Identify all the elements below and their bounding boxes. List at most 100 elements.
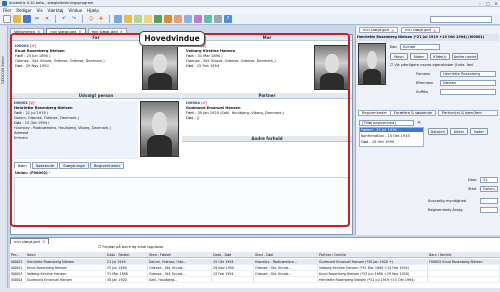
menu-tools[interactable]: Værktøj xyxy=(48,8,64,13)
editor-photo xyxy=(358,43,386,85)
side-panel: GEDCOM Editor xyxy=(0,26,8,288)
sex-label: Køn xyxy=(390,45,397,49)
firstname-label: Fornavn xyxy=(416,72,431,76)
map-icon[interactable] xyxy=(154,15,162,23)
col-header[interactable]: Per... xyxy=(10,252,26,257)
person-list-panel: min slægt.ged × ☐ Forstør på alnre og sma… xyxy=(10,237,500,290)
date-label: Dato xyxy=(468,178,477,182)
col-header[interactable]: Partner i familie xyxy=(318,252,428,257)
col-header[interactable]: Dato - Død xyxy=(212,252,254,257)
tab-relatives[interactable]: Slægtninge xyxy=(59,162,89,169)
sex-select[interactable]: Kvinde xyxy=(400,44,440,50)
father-card[interactable]: I00002 [♂] Knud Rosenberg Nielsen Født :… xyxy=(15,44,140,69)
selected-person-card[interactable]: I00001 [♀] Henriette Rosenberg Nielsen F… xyxy=(14,101,138,159)
tab-children[interactable]: Børn xyxy=(14,162,31,169)
table-row[interactable]: I00004 Gudmund Emanuel Hansen 30 Jan 192… xyxy=(10,277,500,283)
col-header[interactable]: Barn i familie xyxy=(428,252,500,257)
title-bar: Ancestris 0.10 beta - slægtsforskningspr… xyxy=(0,0,500,7)
redo-icon[interactable]: ↷ xyxy=(70,15,78,23)
timeline-icon[interactable] xyxy=(164,15,172,23)
dates-button[interactable]: Dato(er) xyxy=(428,128,448,135)
dates-icon[interactable] xyxy=(184,15,192,23)
place-field[interactable]: Dalum, Ode xyxy=(480,186,498,192)
partner-card[interactable]: I00004 [♂] Gudmund Emanuel Hansen Født :… xyxy=(186,101,346,121)
event-item[interactable]: Konfirmation - 15 Okt 1933 xyxy=(361,134,410,138)
menu-file[interactable]: Filer xyxy=(3,8,11,13)
authority-field[interactable] xyxy=(480,198,498,204)
right-tab-1[interactable]: min slægt.ged × xyxy=(359,27,399,33)
partner-id[interactable]: I00004 xyxy=(186,101,200,105)
notes-button[interactable]: Noter xyxy=(410,53,428,60)
tab-siblings[interactable]: Søskende xyxy=(31,162,59,169)
report-icon[interactable] xyxy=(134,15,142,23)
search-input[interactable] xyxy=(430,16,492,23)
firstname-field[interactable]: Henriette Rosenberg xyxy=(440,71,496,77)
undo-icon[interactable]: ↶ xyxy=(60,15,68,23)
main-window: Far Mor I00002 [♂] Knud Rosenberg Nielse… xyxy=(10,34,353,235)
menu-edit[interactable]: Rediger xyxy=(16,8,31,13)
new-file-icon[interactable] xyxy=(3,15,11,23)
edit-icon[interactable] xyxy=(174,15,182,23)
partner-header: Partner xyxy=(182,93,352,99)
cause-field[interactable] xyxy=(480,207,498,213)
remove-event-icon[interactable]: ✕ xyxy=(417,120,421,126)
menu-help[interactable]: Hjælp xyxy=(87,8,99,13)
tree-view-icon[interactable] xyxy=(114,15,122,23)
cut-icon[interactable]: ✂ xyxy=(33,15,41,23)
suffix-label: Suffiks xyxy=(416,90,428,94)
suffix-field[interactable] xyxy=(440,89,496,95)
mother-photo xyxy=(314,45,350,90)
close-icon[interactable]: ✕ xyxy=(492,0,500,6)
event-item[interactable]: Død - 15 Okt 1994 xyxy=(361,140,394,144)
sources-button[interactable]: Kilde(r) xyxy=(430,53,450,60)
app-icon xyxy=(2,0,7,6)
delete-icon[interactable]: ✕ xyxy=(43,15,51,23)
event-sources-button[interactable]: Kilder xyxy=(450,128,468,135)
date-field[interactable]: 21 xyxy=(480,177,498,183)
event-notes-button[interactable]: Noter xyxy=(470,128,488,135)
col-header[interactable]: Navn xyxy=(26,252,106,257)
close-tab-icon[interactable]: × xyxy=(42,239,45,244)
menu-view[interactable]: Vis xyxy=(37,8,43,13)
sources-icon[interactable] xyxy=(204,15,212,23)
places-icon[interactable] xyxy=(194,15,202,23)
minimize-icon[interactable]: – xyxy=(476,0,484,6)
other-names-button[interactable]: Andre navne xyxy=(452,53,478,60)
father-id[interactable]: I00002 xyxy=(15,44,29,48)
help-icon[interactable]: ? xyxy=(224,15,232,23)
table-icon[interactable] xyxy=(144,15,152,23)
mother-died: Død : 15 Feb 1954 xyxy=(186,64,220,68)
chart-icon[interactable] xyxy=(124,15,132,23)
save-icon[interactable] xyxy=(23,15,31,23)
tab-events[interactable]: Begivenheder xyxy=(358,110,392,116)
lastname-field[interactable]: Nielsen xyxy=(440,80,496,86)
filter-checkbox[interactable]: ☐ Forstør på alnre og smal lsgplavar xyxy=(98,245,164,249)
tab-partners-children[interactable]: Partner(e) & børn(fam xyxy=(438,110,498,116)
menu-window[interactable]: Vindue xyxy=(68,8,82,13)
right-tab-2[interactable]: min slægt.ged × xyxy=(401,27,441,33)
event-item[interactable]: Fødsel - 21 Jul 1919 xyxy=(360,128,423,132)
union-link[interactable]: Union: (F00002) - xyxy=(15,171,215,176)
mother-card[interactable]: I00003 [♀] Valborg Kirstine Hansen Født … xyxy=(186,44,311,69)
col-header[interactable]: Sted - Død xyxy=(254,252,318,257)
col-header[interactable]: Sted - Fødsel xyxy=(148,252,212,257)
name-button[interactable]: Navn xyxy=(390,53,408,60)
open-folder-icon[interactable] xyxy=(13,15,21,23)
add-family-icon[interactable]: ♣ xyxy=(97,15,105,23)
place-label: Sted xyxy=(468,187,477,191)
add-event-select[interactable]: [Tilføj begivenhed] xyxy=(359,120,414,126)
print-icon[interactable] xyxy=(214,15,222,23)
close-tab-icon[interactable]: × xyxy=(433,28,436,33)
side-panel-label[interactable]: GEDCOM Editor xyxy=(1,56,5,84)
tab-list[interactable]: min slægt.ged × xyxy=(10,238,50,244)
close-tab-icon[interactable]: × xyxy=(391,28,394,33)
col-header[interactable]: Dato - Fødsel xyxy=(106,252,148,257)
person-photo xyxy=(140,101,179,157)
tab-events[interactable]: Begivenheder xyxy=(89,162,125,169)
person-id[interactable]: I00001 xyxy=(14,101,28,105)
add-person-icon[interactable]: ☺ xyxy=(87,15,95,23)
toolbar: ✂ ✕ ↶ ↷ ☺ ♣ ? xyxy=(0,14,500,25)
extra-names-checkbox[interactable]: ☐ Vis yderligere navne-egenskaber (f.eks… xyxy=(390,63,500,67)
maximize-icon[interactable]: □ xyxy=(484,0,492,6)
tab-parents-siblings[interactable]: Forældre & søskende xyxy=(390,110,436,116)
